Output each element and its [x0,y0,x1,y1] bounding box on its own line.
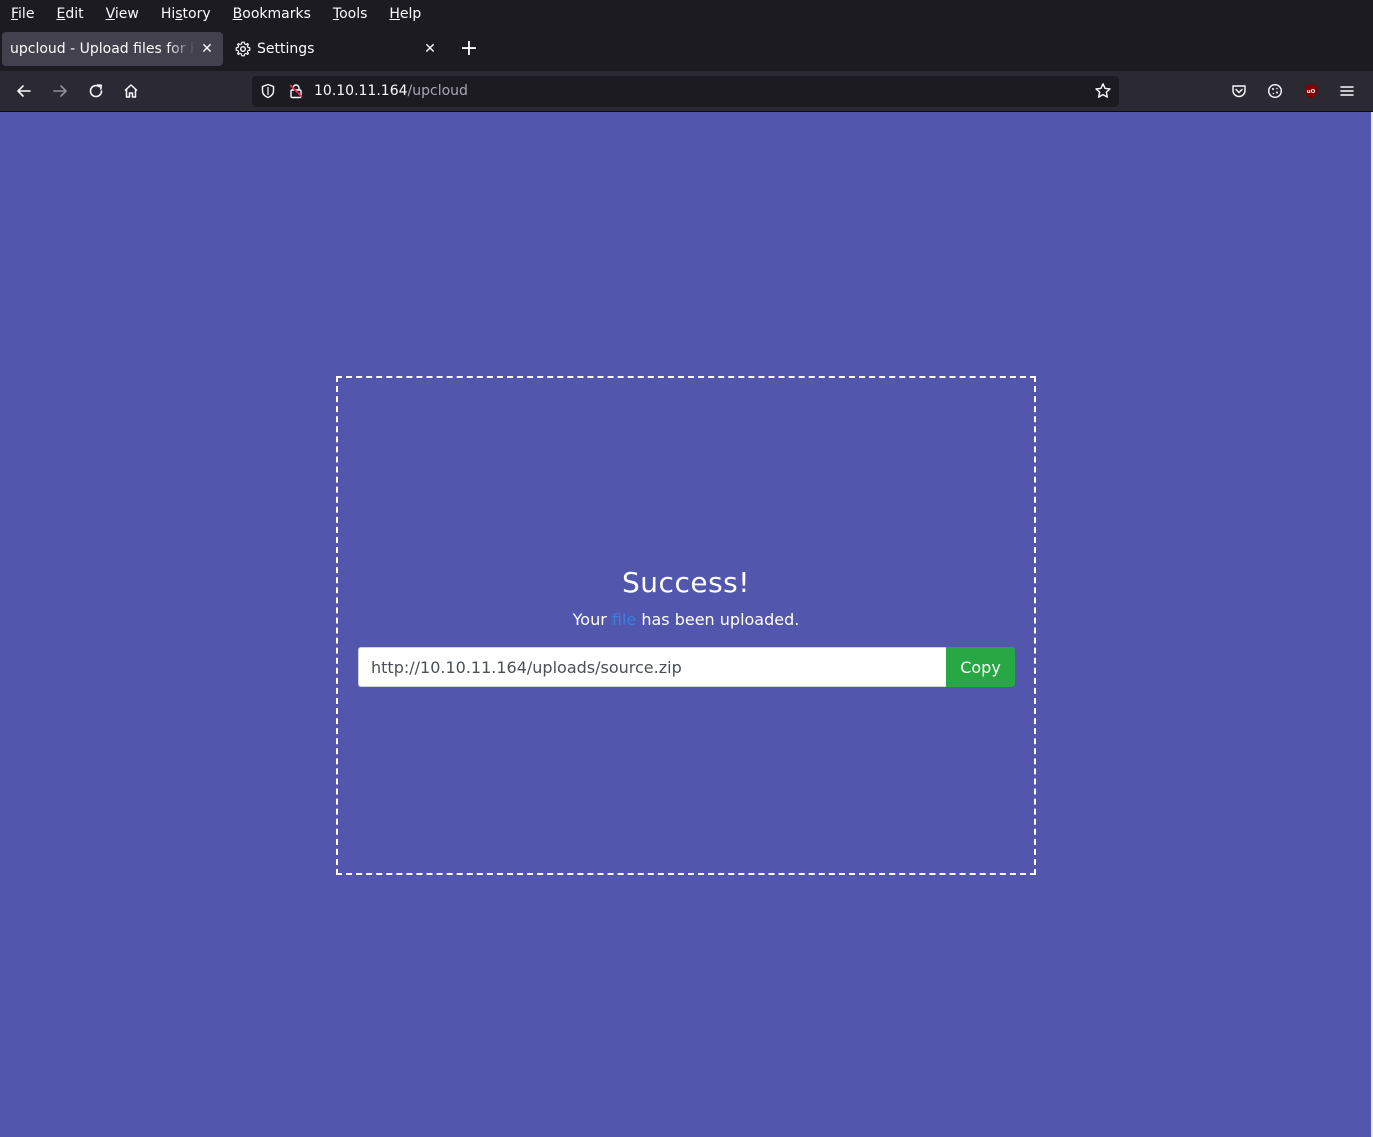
tab-close-icon[interactable]: ✕ [422,41,438,57]
url-path: /upcloud [407,83,468,99]
menu-history[interactable]: History [161,6,211,22]
menu-file-accel: F [11,5,19,22]
tab-settings[interactable]: Settings ✕ [226,32,446,66]
new-tab-button[interactable]: + [458,38,480,61]
home-icon[interactable] [119,79,143,103]
menu-tools[interactable]: Tools [333,6,368,22]
url-bar[interactable]: 10.10.11.164/upcloud [252,76,1119,107]
menu-view-accel: V [105,5,115,22]
tab-upcloud[interactable]: upcloud - Upload files for Free! ✕ [2,32,223,66]
page-content: Success! Your file has been uploaded. Co… [0,112,1371,1137]
menu-edit[interactable]: Edit [56,6,83,22]
menu-view[interactable]: View [106,6,139,22]
tab-close-icon[interactable]: ✕ [199,41,215,57]
back-icon[interactable] [12,79,36,103]
url-text: 10.10.11.164/upcloud [314,83,468,99]
upload-dropzone[interactable]: Success! Your file has been uploaded. Co… [336,376,1036,875]
cookie-icon[interactable] [1263,79,1287,103]
menu-bar: File Edit View History Bookmarks Tools H… [0,0,1373,27]
tab-title: Settings [257,41,315,57]
success-message: Your file has been uploaded. [338,610,1034,629]
menu-file-post: ile [18,5,35,22]
forward-icon[interactable] [48,79,72,103]
menu-help-accel: H [389,5,400,22]
menu-history-post: tory [182,5,211,22]
menu-edit-accel: E [56,5,66,22]
success-title: Success! [622,566,750,599]
menu-bookmarks[interactable]: Bookmarks [233,6,311,22]
tab-strip: upcloud - Upload files for Free! ✕ Setti… [0,27,1373,71]
reload-icon[interactable] [84,79,108,103]
hamburger-menu-icon[interactable] [1335,79,1359,103]
tab-title: upcloud - Upload files for Free! [10,41,195,57]
file-link[interactable]: file [612,610,636,629]
menu-view-post: iew [114,5,139,22]
message-prefix: Your [572,610,612,629]
upload-url-input[interactable] [358,647,946,687]
menu-help[interactable]: Help [389,6,421,22]
star-icon[interactable] [1094,82,1112,104]
pocket-icon[interactable] [1227,79,1251,103]
message-suffix: has been uploaded. [636,610,800,629]
shield-icon[interactable] [260,83,276,103]
menu-tools-post: ools [339,5,368,22]
ublock-icon[interactable]: uO [1299,79,1323,103]
navigation-bar: 10.10.11.164/upcloud uO [0,71,1373,112]
svg-text:uO: uO [1307,89,1316,95]
menu-file[interactable]: File [11,6,34,22]
menu-history-pre: Hi [160,5,176,22]
menu-history-accel: s [175,5,183,22]
lock-icon[interactable] [288,83,304,103]
menu-bookmarks-accel: B [232,5,243,22]
copy-button[interactable]: Copy [946,647,1015,687]
url-host: 10.10.11.164 [314,83,408,99]
copy-url-group: Copy [358,647,1015,687]
gear-icon [235,41,251,57]
menu-bookmarks-post: ookmarks [242,5,311,22]
menu-help-post: elp [399,5,422,22]
menu-edit-post: dit [65,5,84,22]
